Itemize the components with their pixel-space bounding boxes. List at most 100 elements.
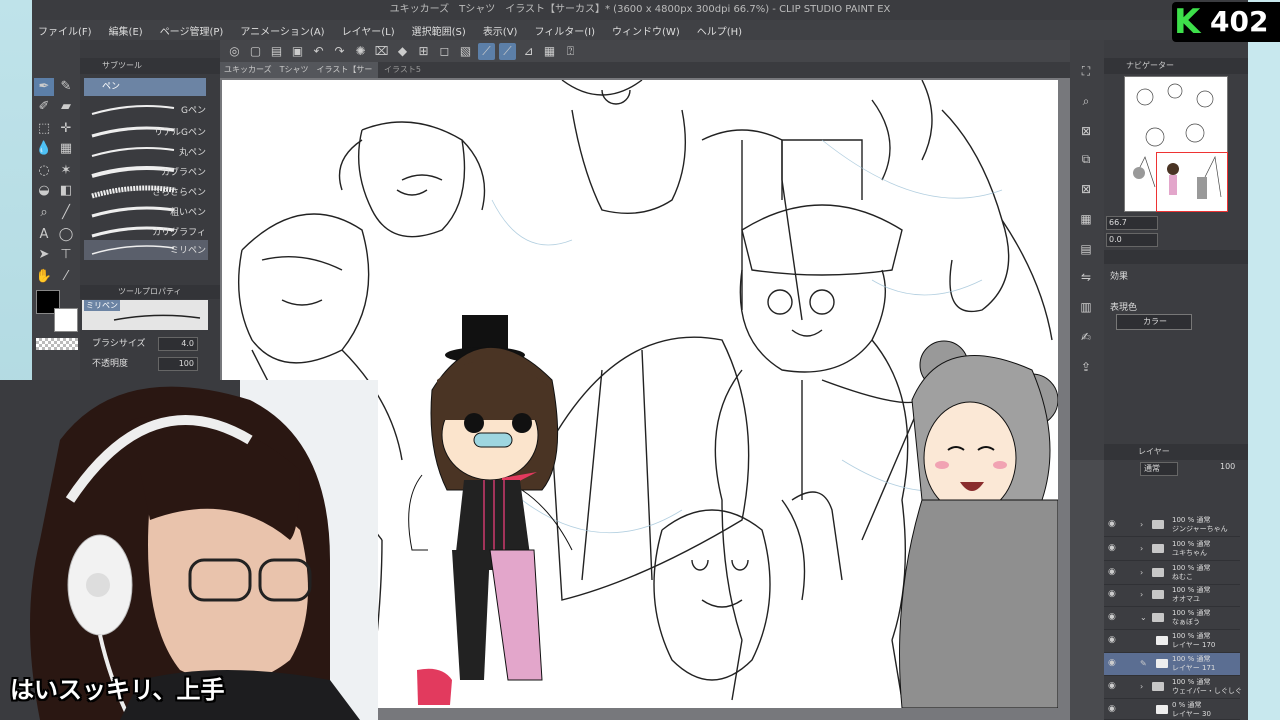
- lasso-tool-icon[interactable]: ◌: [34, 162, 54, 180]
- app-logo-icon[interactable]: ◎: [226, 43, 243, 60]
- zoom-value[interactable]: 66.7: [1106, 216, 1158, 230]
- expression-color-select[interactable]: カラー: [1116, 314, 1192, 330]
- expand-arrow-icon[interactable]: ›: [1140, 544, 1143, 553]
- flip-icon[interactable]: ⇋: [1076, 268, 1096, 286]
- menu-page[interactable]: ページ管理(P): [160, 23, 224, 38]
- settings-icon[interactable]: ▦: [541, 43, 558, 60]
- eraser-tool-icon[interactable]: ▰: [56, 98, 76, 116]
- menu-view[interactable]: 表示(V): [483, 23, 518, 38]
- subtool-group-tab[interactable]: ペン: [84, 78, 206, 96]
- clip-icon[interactable]: ⧉: [1076, 150, 1096, 168]
- snap-ruler-icon[interactable]: ⟋: [478, 42, 495, 60]
- expand-arrow-icon[interactable]: ›: [1140, 682, 1143, 691]
- material-icon[interactable]: ▤: [1076, 240, 1096, 258]
- layer-row[interactable]: ◉ › 100 % 通常 ねむこ: [1104, 562, 1240, 585]
- select-tool-icon[interactable]: ⬚: [34, 120, 54, 138]
- brush-tool-icon[interactable]: ✐: [34, 98, 54, 116]
- brush-item[interactable]: Gペン: [84, 100, 208, 120]
- transform-icon[interactable]: ⊞: [415, 43, 432, 60]
- text-tool-icon[interactable]: A: [34, 226, 54, 244]
- expand-arrow-icon[interactable]: ›: [1140, 568, 1143, 577]
- ruler-tool-icon[interactable]: ⊤: [56, 246, 76, 264]
- pencil-tool-icon[interactable]: ✎: [56, 78, 76, 96]
- layer-row[interactable]: ◉ ⌄ 100 % 通常 なぁぼう: [1104, 607, 1240, 630]
- redo-icon[interactable]: ↷: [331, 43, 348, 60]
- layer-row-selected[interactable]: ◉ ✎ 100 % 通常 レイヤー 171: [1104, 653, 1240, 676]
- visibility-eye-icon[interactable]: ◉: [1108, 568, 1116, 577]
- sub-color-swatch[interactable]: [54, 308, 78, 332]
- zoom-tool-icon[interactable]: ⌕: [34, 204, 54, 222]
- visibility-eye-icon[interactable]: ◉: [1108, 705, 1116, 714]
- brush-item-selected[interactable]: ミリペン: [84, 240, 208, 260]
- visibility-eye-icon[interactable]: ◉: [1108, 590, 1116, 599]
- crop-icon[interactable]: ▧: [457, 43, 474, 60]
- clear-layer-icon[interactable]: ⊠: [1076, 180, 1096, 198]
- collapse-arrow-icon[interactable]: ⌄: [1140, 613, 1147, 622]
- pen-tool-icon[interactable]: ✒: [34, 78, 54, 96]
- menu-file[interactable]: ファイル(F): [38, 23, 92, 38]
- menu-window[interactable]: ウィンドウ(W): [612, 23, 680, 38]
- layer-row[interactable]: ◉ 0 % 通常 レイヤー 30: [1104, 699, 1240, 720]
- move-tool-icon[interactable]: ✛: [56, 120, 76, 138]
- visibility-eye-icon[interactable]: ◉: [1108, 544, 1116, 553]
- menu-help[interactable]: ヘルプ(H): [697, 23, 742, 38]
- brush-item[interactable]: さらさらペン: [84, 182, 208, 202]
- menu-edit[interactable]: 編集(E): [109, 23, 143, 38]
- tool-x-icon[interactable]: ⊠: [1076, 122, 1096, 140]
- visibility-eye-icon[interactable]: ◉: [1108, 520, 1116, 529]
- menu-filter[interactable]: フィルター(I): [534, 23, 595, 38]
- fill-icon[interactable]: ◆: [394, 43, 411, 60]
- layer-row[interactable]: ◉ › 100 % 通常 オオマユ: [1104, 584, 1240, 607]
- layer-property-icon[interactable]: ⛶: [1076, 62, 1096, 80]
- rotation-value[interactable]: 0.0: [1106, 233, 1158, 247]
- visibility-eye-icon[interactable]: ◉: [1108, 613, 1116, 622]
- busy-icon[interactable]: ✺: [352, 43, 369, 60]
- menu-animation[interactable]: アニメーション(A): [240, 23, 324, 38]
- snap-special-ruler-icon[interactable]: ⟋: [499, 42, 516, 60]
- line-tool-icon[interactable]: ╱: [56, 204, 76, 222]
- edit-icon[interactable]: ✍: [1076, 328, 1096, 346]
- tab-active-canvas[interactable]: ユキッカーズ Tシャツ イラスト【サーカス】*: [220, 62, 378, 90]
- layer-row[interactable]: ◉ › 100 % 通常 ユキちゃん: [1104, 538, 1240, 561]
- gradient-tool-icon[interactable]: ◧: [56, 182, 76, 200]
- brush-item[interactable]: カリグラフィ: [84, 222, 208, 242]
- blend-mode-select[interactable]: 通常: [1140, 462, 1178, 476]
- brush-item[interactable]: リアルGペン: [84, 122, 208, 142]
- layer-row[interactable]: ◉ › 100 % 通常 ウェイパー・しぐしぐ: [1104, 676, 1242, 699]
- operation-tool-icon[interactable]: ➤: [34, 246, 54, 264]
- clear-icon[interactable]: ⌧: [373, 43, 390, 60]
- help-icon[interactable]: ⍰: [562, 43, 579, 60]
- brush-item[interactable]: 粗いペン: [84, 202, 208, 222]
- new-file-icon[interactable]: ▢: [247, 43, 264, 60]
- export-icon[interactable]: ⇪: [1076, 358, 1096, 376]
- brush-item[interactable]: カブラペン: [84, 162, 208, 182]
- opacity-value[interactable]: 100: [158, 357, 198, 371]
- transparent-color-swatch[interactable]: [36, 338, 78, 350]
- list-icon[interactable]: ▥: [1076, 298, 1096, 316]
- deselect-icon[interactable]: ◻: [436, 43, 453, 60]
- open-file-icon[interactable]: ▤: [268, 43, 285, 60]
- expand-arrow-icon[interactable]: ›: [1140, 590, 1143, 599]
- save-icon[interactable]: ▣: [289, 43, 306, 60]
- visibility-eye-icon[interactable]: ◉: [1108, 682, 1116, 691]
- magic-wand-icon[interactable]: ✶: [56, 162, 76, 180]
- eyedropper-tool-icon[interactable]: ⁄: [56, 268, 76, 286]
- layer-opacity-value[interactable]: 100: [1220, 462, 1235, 471]
- navigator-view-frame[interactable]: [1156, 152, 1228, 212]
- search-layer-icon[interactable]: ⌕: [1076, 92, 1096, 110]
- undo-icon[interactable]: ↶: [310, 43, 327, 60]
- visibility-eye-icon[interactable]: ◉: [1108, 636, 1116, 645]
- brush-item[interactable]: 丸ペン: [84, 142, 208, 162]
- grid-layer-icon[interactable]: ▦: [1076, 210, 1096, 228]
- snap-grid-icon[interactable]: ⊿: [520, 43, 537, 60]
- menu-selection[interactable]: 選択範囲(S): [412, 23, 466, 38]
- layer-row[interactable]: ◉ 100 % 通常 レイヤー 170: [1104, 630, 1240, 653]
- menu-layer[interactable]: レイヤー(L): [342, 23, 395, 38]
- blend-tool-icon[interactable]: 💧: [34, 140, 54, 158]
- fill-tool-icon[interactable]: ◒: [34, 182, 54, 200]
- hand-tool-icon[interactable]: ✋: [34, 268, 54, 286]
- grid-tool-icon[interactable]: ▦: [56, 140, 76, 158]
- visibility-eye-icon[interactable]: ◉: [1108, 659, 1116, 668]
- brush-size-value[interactable]: 4.0: [158, 337, 198, 351]
- balloon-tool-icon[interactable]: ◯: [56, 226, 76, 244]
